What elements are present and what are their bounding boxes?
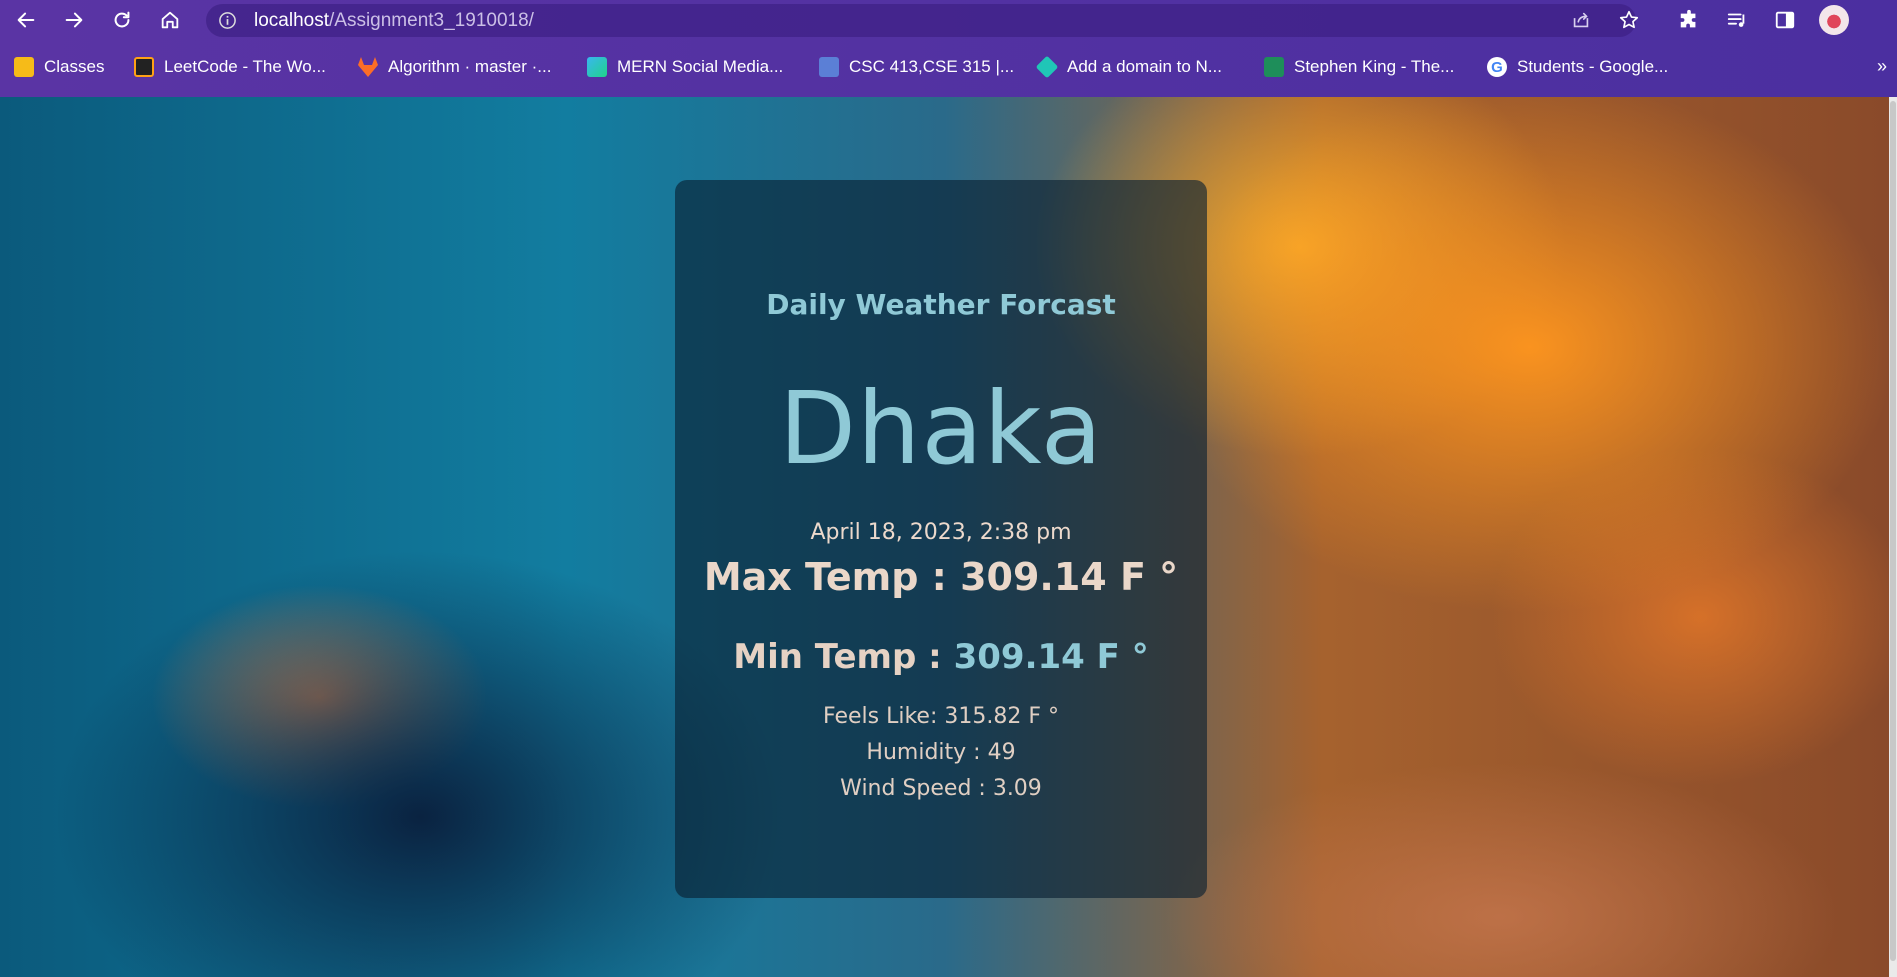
side-panel-icon[interactable] (1772, 7, 1798, 33)
weather-card: Daily Weather Forcast Dhaka April 18, 20… (675, 180, 1207, 898)
page-title: Daily Weather Forcast (766, 288, 1116, 321)
bookmark-mern[interactable]: MERN Social Media... (587, 56, 783, 78)
bookmark-csc413[interactable]: CSC 413,CSE 315 |... (819, 56, 1014, 78)
feels-like: Feels Like: 315.82 F ° (823, 704, 1059, 729)
max-temp-label: Max Temp : (703, 555, 961, 599)
bookmark-netlify[interactable]: Add a domain to N... (1035, 55, 1222, 79)
profile-avatar[interactable] (1819, 5, 1849, 35)
url-text: localhost/Assignment3_1910018/ (254, 11, 534, 30)
city-name: Dhaka (778, 370, 1104, 487)
url-path: /Assignment3_1910018/ (329, 10, 534, 31)
address-bar[interactable]: localhost/Assignment3_1910018/ (206, 4, 1636, 37)
min-temp-label: Min Temp : (733, 637, 954, 677)
scrollbar-thumb[interactable] (1890, 101, 1896, 961)
share-icon[interactable] (1568, 7, 1594, 33)
netlify-icon (1035, 55, 1059, 79)
bookmark-label: CSC 413,CSE 315 |... (849, 57, 1015, 76)
leetcode-icon (134, 57, 154, 77)
min-temp-value: 309.14 F ° (953, 637, 1149, 677)
media-control-icon[interactable] (1724, 7, 1750, 33)
bookmarks-overflow-button[interactable]: » (1877, 56, 1887, 77)
bookmark-label: Algorithm · master ·... (388, 57, 552, 76)
bookmarks-bar: Classes LeetCode - The Wo... Algorithm ·… (0, 48, 1897, 88)
bookmark-label: Stephen King - The... (1294, 57, 1455, 76)
p-icon (819, 57, 839, 77)
site-info-icon[interactable] (218, 11, 237, 30)
back-icon[interactable] (12, 6, 40, 34)
google-classroom-icon (14, 57, 34, 77)
bookmark-gitlab[interactable]: Algorithm · master ·... (358, 56, 551, 78)
bookmark-leetcode[interactable]: LeetCode - The Wo... (134, 56, 326, 78)
bookmark-label: MERN Social Media... (617, 57, 784, 76)
page-background: Daily Weather Forcast Dhaka April 18, 20… (0, 97, 1889, 977)
bookmark-label: Students - Google... (1517, 57, 1669, 76)
max-temp-value: 309.14 F ° (960, 555, 1179, 599)
google-icon: G (1487, 57, 1507, 77)
bookmark-students[interactable]: G Students - Google... (1487, 56, 1668, 78)
bookmark-label: Add a domain to N... (1067, 57, 1222, 76)
video-icon (1264, 57, 1284, 77)
mern-icon (587, 57, 607, 77)
extensions-icon[interactable] (1676, 7, 1702, 33)
reload-icon[interactable] (108, 6, 136, 34)
browser-chrome: localhost/Assignment3_1910018/ Classes L… (0, 0, 1897, 97)
bookmark-stephen-king[interactable]: Stephen King - The... (1264, 56, 1454, 78)
home-icon[interactable] (156, 6, 184, 34)
max-temp: Max Temp : 309.14 F ° (675, 555, 1207, 599)
bookmark-label: LeetCode - The Wo... (164, 57, 326, 76)
bookmark-classes[interactable]: Classes (14, 56, 104, 78)
bookmark-label: Classes (44, 57, 105, 76)
vertical-scrollbar[interactable] (1889, 97, 1897, 977)
gitlab-icon (358, 57, 378, 77)
humidity: Humidity : 49 (866, 740, 1016, 765)
date-time: April 18, 2023, 2:38 pm (810, 520, 1072, 545)
browser-toolbar: localhost/Assignment3_1910018/ (0, 0, 1897, 40)
forward-icon[interactable] (60, 6, 88, 34)
min-temp: Min Temp : 309.14 F ° (675, 637, 1207, 677)
url-host: localhost (254, 10, 329, 31)
bookmark-star-icon[interactable] (1616, 7, 1642, 33)
wind-speed: Wind Speed : 3.09 (840, 776, 1042, 801)
